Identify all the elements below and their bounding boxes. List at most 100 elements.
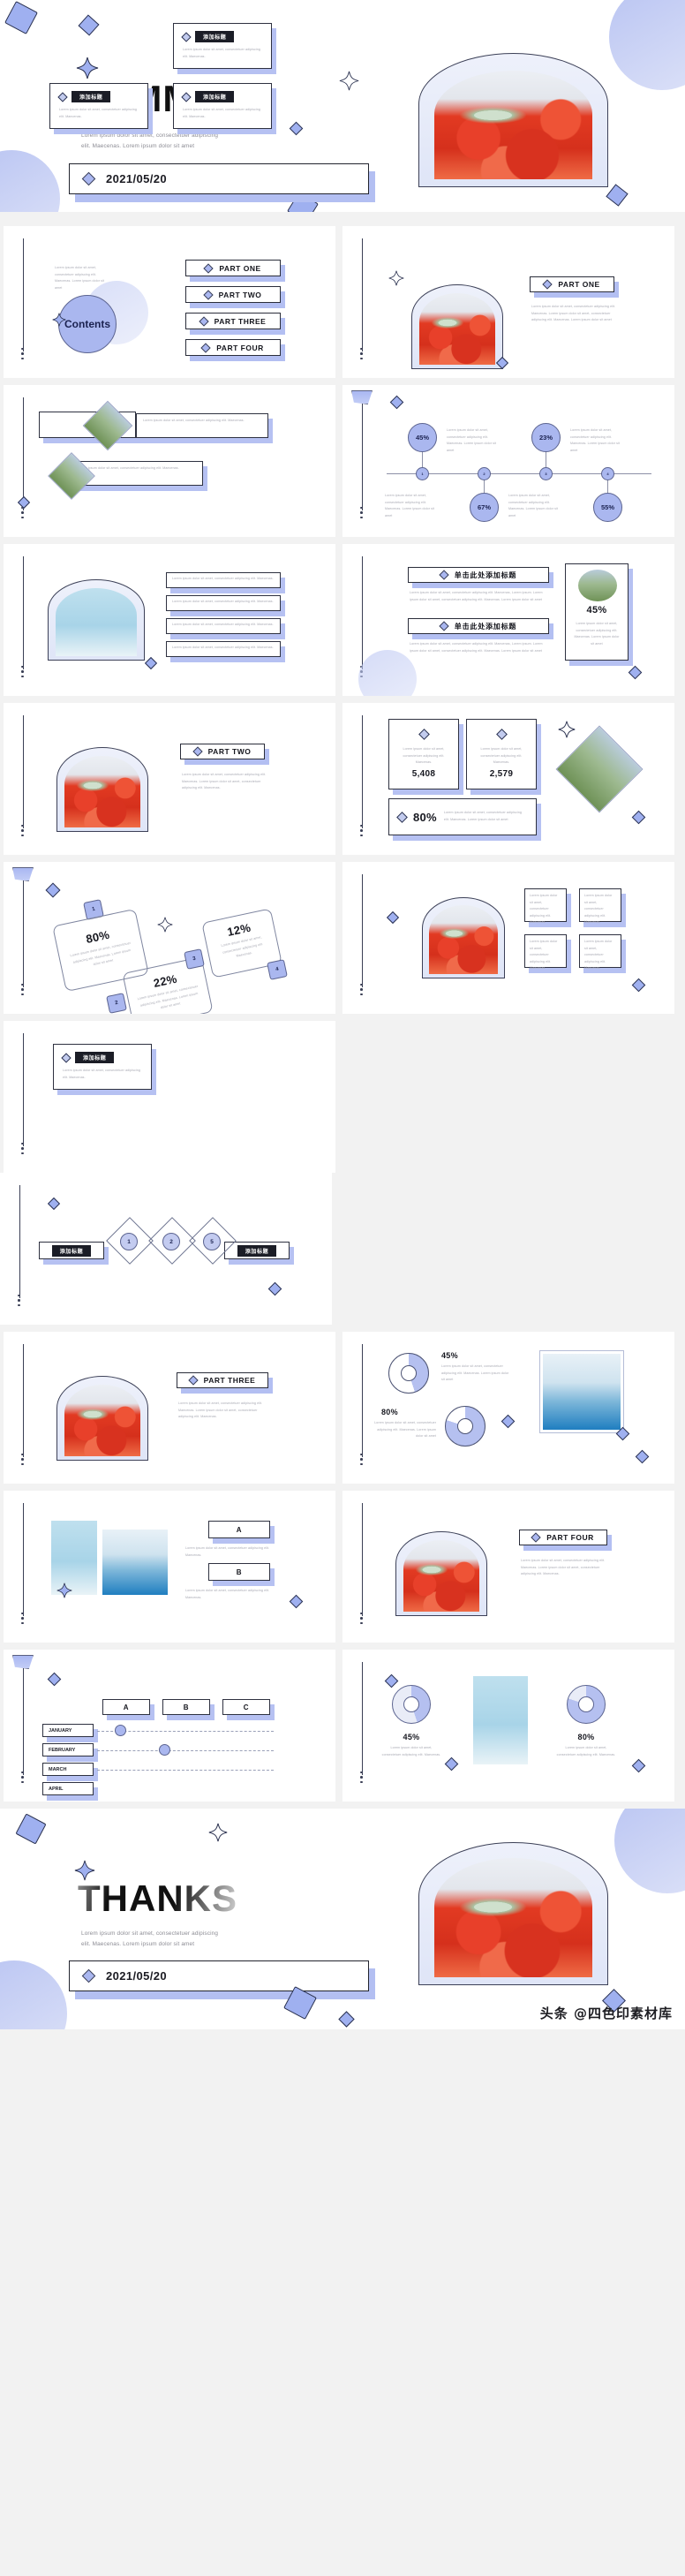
cn-title-button-1[interactable]: 单击此处添加标题 [408,567,553,588]
diamond-node-4[interactable]: 4 [267,959,288,980]
months-col-c[interactable]: C [222,1699,275,1720]
months-row-march[interactable]: MARCH [42,1763,98,1781]
funnel-label-right[interactable]: 添加标题 [224,1242,294,1265]
diamond-icon [439,570,449,580]
diamond-icon [57,91,68,102]
card-lorem: Lorem ipsum dolor sit amet, consectetuer… [143,419,245,422]
item-lorem: Lorem ipsum dolor sit amet, consectetuer… [172,623,274,626]
arch-list-item[interactable]: Lorem ipsum dolor sit amet, consectetuer… [166,618,285,639]
timeline-node-1[interactable]: 1 [416,467,429,480]
ab-item-b[interactable]: B [208,1563,275,1586]
data-value-3: 80% [413,810,437,824]
contents-item-part-three[interactable]: PART THREE [185,313,285,335]
funnel-title: 添加标题 [51,1244,92,1257]
node-label: 3 [192,956,197,963]
decor-diamond [144,656,158,670]
section-label-part-one[interactable]: PART ONE [530,276,619,298]
left-rail [23,1033,24,1146]
funnel-node-3[interactable]: 5 [203,1233,221,1250]
section-label: PART TWO [207,747,252,756]
decor-sparkle-icon [56,1583,72,1598]
strawberry-photo [64,1385,140,1456]
decor-diamond [4,1,38,34]
cn-card[interactable]: 添加标题 Lorem ipsum dolor sit amet, consect… [173,23,276,74]
arch-list-item[interactable]: Lorem ipsum dolor sit amet, consectetuer… [166,641,285,662]
months-row-april[interactable]: APRIL [42,1782,98,1801]
percent-label: 45% [415,434,429,442]
decor-diamond [631,1758,646,1773]
decor-blob [614,1809,685,1893]
left-rail [23,715,24,828]
timeline-text-3: Lorem ipsum dolor sit amet, consectetuer… [385,494,435,517]
decor-diamond [17,495,31,510]
slide-contents: Contents Lorem ipsum dolor sit amet, con… [4,226,335,378]
left-rail [362,1662,363,1775]
cn-title-button-2[interactable]: 单击此处添加标题 [408,618,553,639]
contents-item-part-two[interactable]: PART TWO [185,286,285,308]
date-badge[interactable]: 2021/05/20 [69,1960,375,1999]
section-body: Lorem ipsum dolor sit amet, consectetuer… [521,1559,606,1576]
stat-lorem: Lorem ipsum dolor sit amet, consectetuer… [574,622,620,646]
contents-item-part-four[interactable]: PART FOUR [185,339,285,361]
slide-rings: 45% Lorem ipsum dolor sit amet, consecte… [342,1650,674,1802]
diamond-icon [200,342,211,353]
months-col-a[interactable]: A [102,1699,154,1720]
date-badge[interactable]: 2021/05/20 [69,163,375,202]
date-badge-box: 2021/05/20 [69,1960,369,1991]
timeline-node-3[interactable]: 3 [539,467,553,480]
slide-row-6: 添加标题 Lorem ipsum dolor sit amet, consect… [0,23,685,1173]
item-lorem: Lorem ipsum dolor sit amet, consectetuer… [584,894,613,925]
diamond-icon [202,289,214,300]
arch-photo-inner [434,1858,592,1977]
diamond-node-3[interactable]: 3 [184,948,205,970]
slide-row-9: A B C JANUARY FEBRUARY MARCH APRIL 45% L… [0,1650,685,1802]
cn-card-title: 添加标题 [72,91,111,102]
contents-item-part-one[interactable]: PART ONE [185,260,285,282]
timeline-node-4[interactable]: 4 [601,467,614,480]
section-label-part-two[interactable]: PART TWO [180,744,269,765]
list-col-item[interactable]: Lorem ipsum dolor sit amet, consectetuer… [524,888,571,927]
date-badge-box: 2021/05/20 [69,163,369,194]
months-marker-january[interactable] [115,1725,126,1736]
section-label-part-four[interactable]: PART FOUR [519,1530,612,1551]
section-label: PART FOUR [546,1533,594,1542]
timeline-node-2[interactable]: 2 [478,467,491,480]
diamond-node-2[interactable]: 2 [106,993,127,1014]
data-card-2[interactable]: Lorem ipsum dolor sit amet, consectetuer… [466,719,541,795]
months-row-february[interactable]: FEBRUARY [42,1743,98,1762]
funnel-node-2[interactable]: 2 [162,1233,180,1250]
data-card-1[interactable]: Lorem ipsum dolor sit amet, consectetuer… [388,719,463,795]
stat-card-45[interactable]: 45% Lorem ipsum dolor sit amet, consecte… [565,563,633,666]
list-col-item[interactable]: Lorem ipsum dolor sit amet, consectetuer… [579,888,626,927]
decor-sparkle-icon [52,313,66,327]
timeline-percent-3: 67% [470,493,499,522]
rail-dots [21,824,24,840]
decor-diamond [631,978,646,993]
data-card-3[interactable]: 80% Lorem ipsum dolor sit amet, consecte… [388,798,541,841]
section-label-part-three[interactable]: PART THREE [177,1372,273,1394]
thanks-arch-photo [418,1842,608,1985]
list-col-item[interactable]: Lorem ipsum dolor sit amet, consectetuer… [579,934,626,973]
cn-card[interactable]: 添加标题 Lorem ipsum dolor sit amet, consect… [173,83,276,134]
decor-diamond [389,395,404,410]
list-col-item[interactable]: Lorem ipsum dolor sit amet, consectetuer… [524,934,571,973]
slide-cn-titles: 单击此处添加标题 Lorem ipsum dolor sit amet, con… [342,544,674,696]
slide-part-four: PART FOUR Lorem ipsum dolor sit amet, co… [342,1491,674,1643]
funnel-label-left[interactable]: 添加标题 [39,1242,109,1265]
section-body: Lorem ipsum dolor sit amet, consectetuer… [531,305,616,322]
image-card-row-1-text[interactable]: Lorem ipsum dolor sit amet, consectetuer… [136,413,273,443]
column-label: B [183,1703,190,1711]
arch-list-item[interactable]: Lorem ipsum dolor sit amet, consectetuer… [166,572,285,593]
cn-card[interactable]: 添加标题 Lorem ipsum dolor sit amet, consect… [49,83,153,134]
months-marker-february[interactable] [159,1744,170,1756]
arch-photo-inner [56,588,137,656]
months-row-january[interactable]: JANUARY [42,1724,98,1742]
cn-card[interactable]: 添加标题 Lorem ipsum dolor sit amet, consect… [53,1044,156,1095]
funnel-node-1[interactable]: 1 [120,1233,138,1250]
ab-item-a[interactable]: A [208,1521,275,1544]
arch-list-item[interactable]: Lorem ipsum dolor sit amet, consectetuer… [166,595,285,616]
months-col-b[interactable]: B [162,1699,215,1720]
strawberry-photo [434,71,592,179]
arch-photo-inner [64,756,140,827]
diamond-icon [198,315,209,327]
